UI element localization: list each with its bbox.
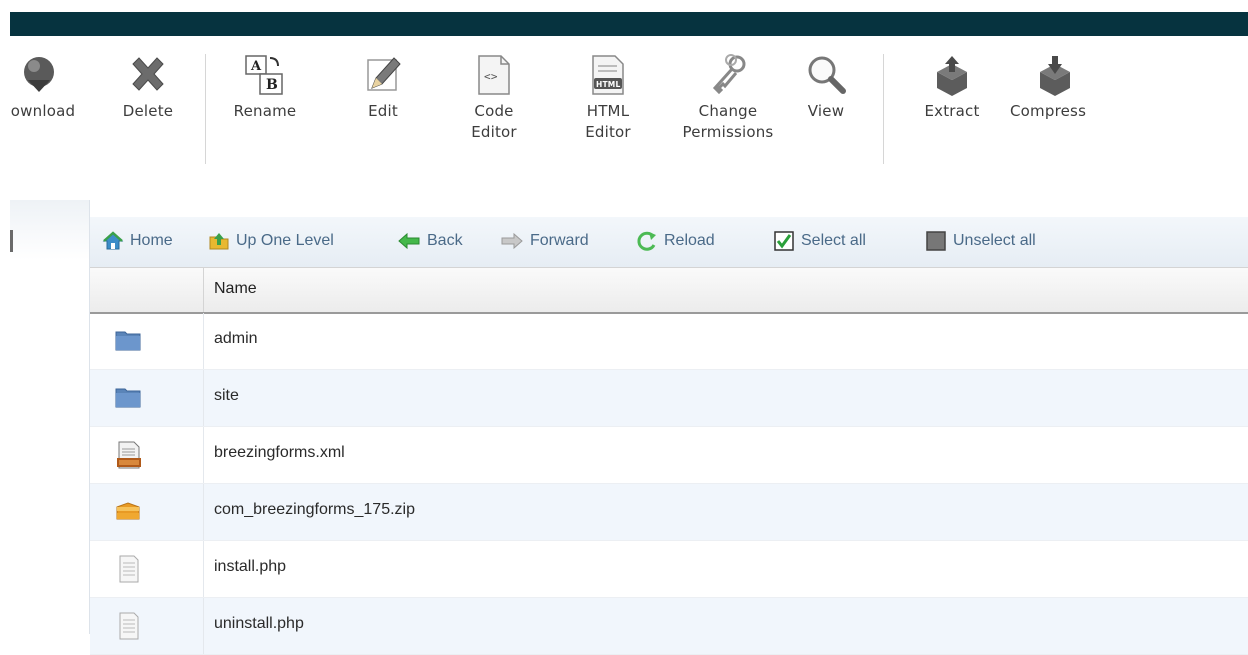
delete-button[interactable]: Delete [105, 52, 191, 122]
select-all-button[interactable]: Select all [773, 227, 866, 255]
text-file-icon [119, 612, 139, 640]
extract-button[interactable]: Extract [910, 52, 994, 122]
table-row[interactable]: site [90, 370, 1248, 427]
name-column-header[interactable]: Name [214, 280, 257, 298]
back-button[interactable]: Back [397, 227, 463, 255]
box-compress-icon [1040, 56, 1070, 96]
forward-arrow-icon [501, 232, 523, 250]
globe-download-icon [24, 57, 54, 92]
table-row[interactable]: admin [90, 313, 1248, 370]
unchecked-checkbox-icon [926, 231, 946, 251]
toolbar-separator [883, 54, 884, 164]
code-editor-label-line2: Editor [471, 123, 517, 141]
edit-label: Edit [368, 102, 398, 120]
edit-button[interactable]: Edit [348, 52, 418, 122]
back-label: Back [427, 232, 463, 249]
up-one-level-button[interactable]: Up One Level [208, 227, 334, 255]
up-folder-icon [209, 233, 229, 250]
svg-text:HTML: HTML [596, 80, 620, 89]
tree-marker [10, 230, 13, 252]
reload-label: Reload [664, 232, 715, 249]
unselect-all-label: Unselect all [953, 232, 1036, 249]
home-button[interactable]: Home [102, 227, 173, 255]
svg-text:<>: <> [484, 70, 498, 83]
file-list-panel: Home Up One Level Back Forward Reload Se… [89, 200, 1248, 655]
folder-icon [115, 388, 141, 408]
magnifier-icon [808, 56, 846, 94]
file-name: install.php [214, 558, 287, 575]
navigation-bar: Home Up One Level Back Forward Reload Se… [90, 217, 1248, 267]
reload-icon [637, 231, 656, 251]
pencil-icon [367, 57, 401, 91]
code-editor-button[interactable]: <> Code Editor [456, 52, 532, 143]
table-row[interactable]: breezingforms.xml [90, 427, 1248, 484]
top-frame [0, 0, 1248, 12]
folder-tree-pane [10, 200, 90, 634]
file-name: site [214, 387, 239, 404]
file-name: uninstall.php [214, 615, 304, 632]
change-permissions-label-line1: Change [698, 102, 758, 120]
svg-text:B: B [266, 77, 278, 93]
view-label: View [807, 102, 845, 120]
svg-text:A: A [250, 59, 262, 74]
table-row[interactable]: install.php [90, 541, 1248, 598]
rename-ab-icon: A B [245, 55, 283, 95]
up-one-level-label: Up One Level [236, 232, 334, 249]
table-header: Name [90, 267, 1248, 314]
change-permissions-label-line2: Permissions [682, 123, 774, 141]
view-button[interactable]: View [796, 52, 856, 122]
forward-button[interactable]: Forward [500, 227, 589, 255]
file-name: breezingforms.xml [214, 444, 345, 461]
delete-x-icon [132, 57, 164, 91]
table-row[interactable]: uninstall.php [90, 598, 1248, 655]
box-extract-icon [937, 56, 967, 96]
unselect-all-button[interactable]: Unselect all [925, 227, 1036, 255]
toolbar-separator [205, 54, 206, 164]
back-arrow-icon [398, 232, 420, 250]
icon-column-header [90, 268, 204, 312]
html-editor-button[interactable]: HTML HTML Editor [570, 52, 646, 143]
compress-button[interactable]: Compress [1010, 52, 1120, 122]
code-file-icon: <> [478, 55, 510, 95]
checked-checkbox-icon [774, 231, 794, 251]
text-file-icon [119, 555, 139, 583]
file-name: admin [214, 330, 258, 347]
reload-button[interactable]: Reload [636, 227, 715, 255]
html-file-icon: HTML [592, 55, 624, 95]
zip-archive-icon [116, 502, 140, 520]
download-label: ownload [10, 102, 76, 120]
table-row[interactable]: com_breezingforms_175.zip [90, 484, 1248, 541]
keys-icon [712, 54, 746, 95]
file-toolbar: ownload Delete A B Rename Edit <> Code E… [10, 36, 1248, 201]
select-all-label: Select all [801, 232, 866, 249]
home-icon [102, 231, 124, 250]
extract-label: Extract [924, 102, 980, 120]
xml-file-icon [117, 441, 141, 469]
home-label: Home [130, 232, 173, 249]
top-bar [10, 12, 1248, 36]
folder-icon [115, 331, 141, 351]
rename-button[interactable]: A B Rename [222, 52, 308, 122]
delete-label: Delete [122, 102, 174, 120]
change-permissions-button[interactable]: Change Permissions [663, 52, 793, 143]
compress-label: Compress [1010, 102, 1087, 120]
rename-label: Rename [233, 102, 297, 120]
forward-label: Forward [530, 232, 589, 249]
code-editor-label-line1: Code [474, 102, 514, 120]
html-editor-label-line2: Editor [585, 123, 631, 141]
file-name: com_breezingforms_175.zip [214, 501, 415, 518]
download-button[interactable]: ownload [0, 52, 86, 122]
html-editor-label-line1: HTML [586, 102, 630, 120]
